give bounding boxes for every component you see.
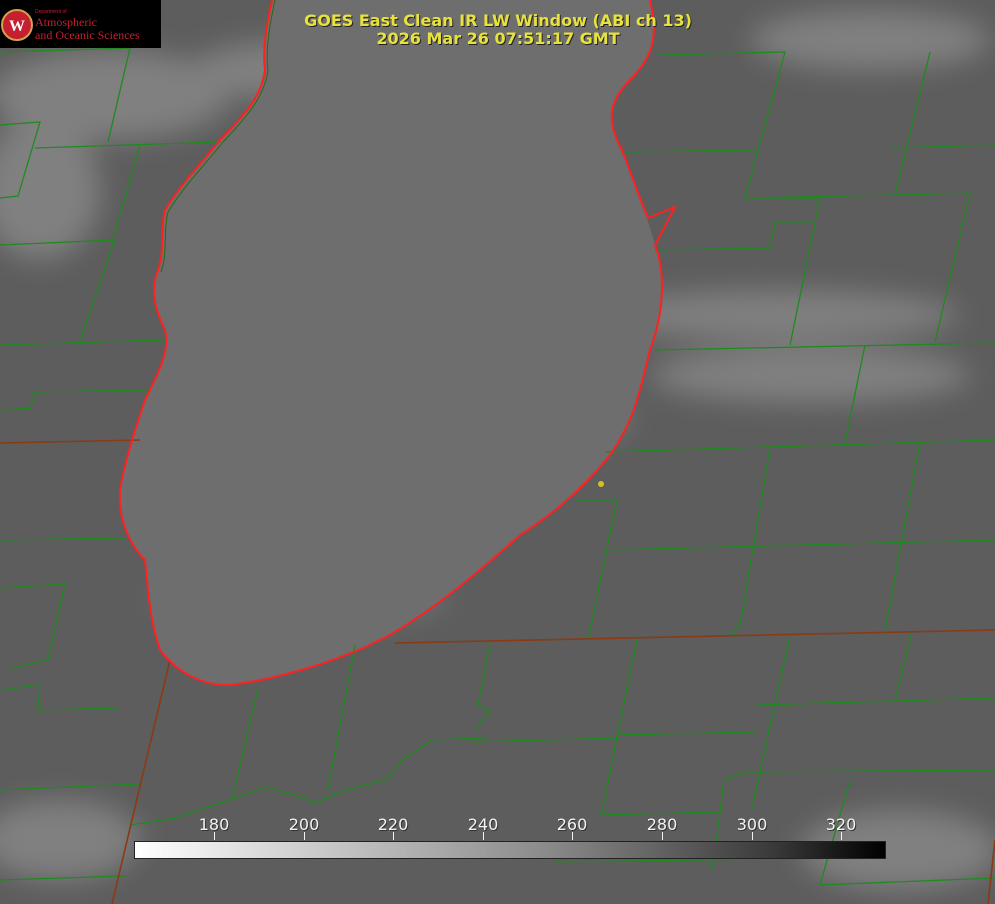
timestamp: 2026 Mar 26 07:51:17 GMT bbox=[376, 29, 620, 48]
satellite-map bbox=[0, 0, 995, 904]
uw-shield-icon: W bbox=[1, 9, 33, 41]
colorbar-tick-mark bbox=[214, 832, 215, 840]
colorbar-tick-mark bbox=[572, 832, 573, 840]
uw-aos-logo: W Department of Atmospheric and Oceanic … bbox=[0, 0, 161, 48]
colorbar-tick-mark bbox=[483, 832, 484, 840]
colorbar-tick-mark bbox=[393, 832, 394, 840]
colorbar-tick-mark bbox=[752, 832, 753, 840]
colorbar-tick-mark bbox=[662, 832, 663, 840]
svg-text:W: W bbox=[9, 18, 25, 35]
product-title: GOES East Clean IR LW Window (ABI ch 13) bbox=[304, 11, 692, 30]
colorbar bbox=[134, 841, 886, 859]
logo-line2: and Oceanic Sciences bbox=[35, 28, 140, 42]
colorbar-tick-mark bbox=[304, 832, 305, 840]
location-marker bbox=[598, 481, 604, 487]
colorbar-tick-mark bbox=[841, 832, 842, 840]
